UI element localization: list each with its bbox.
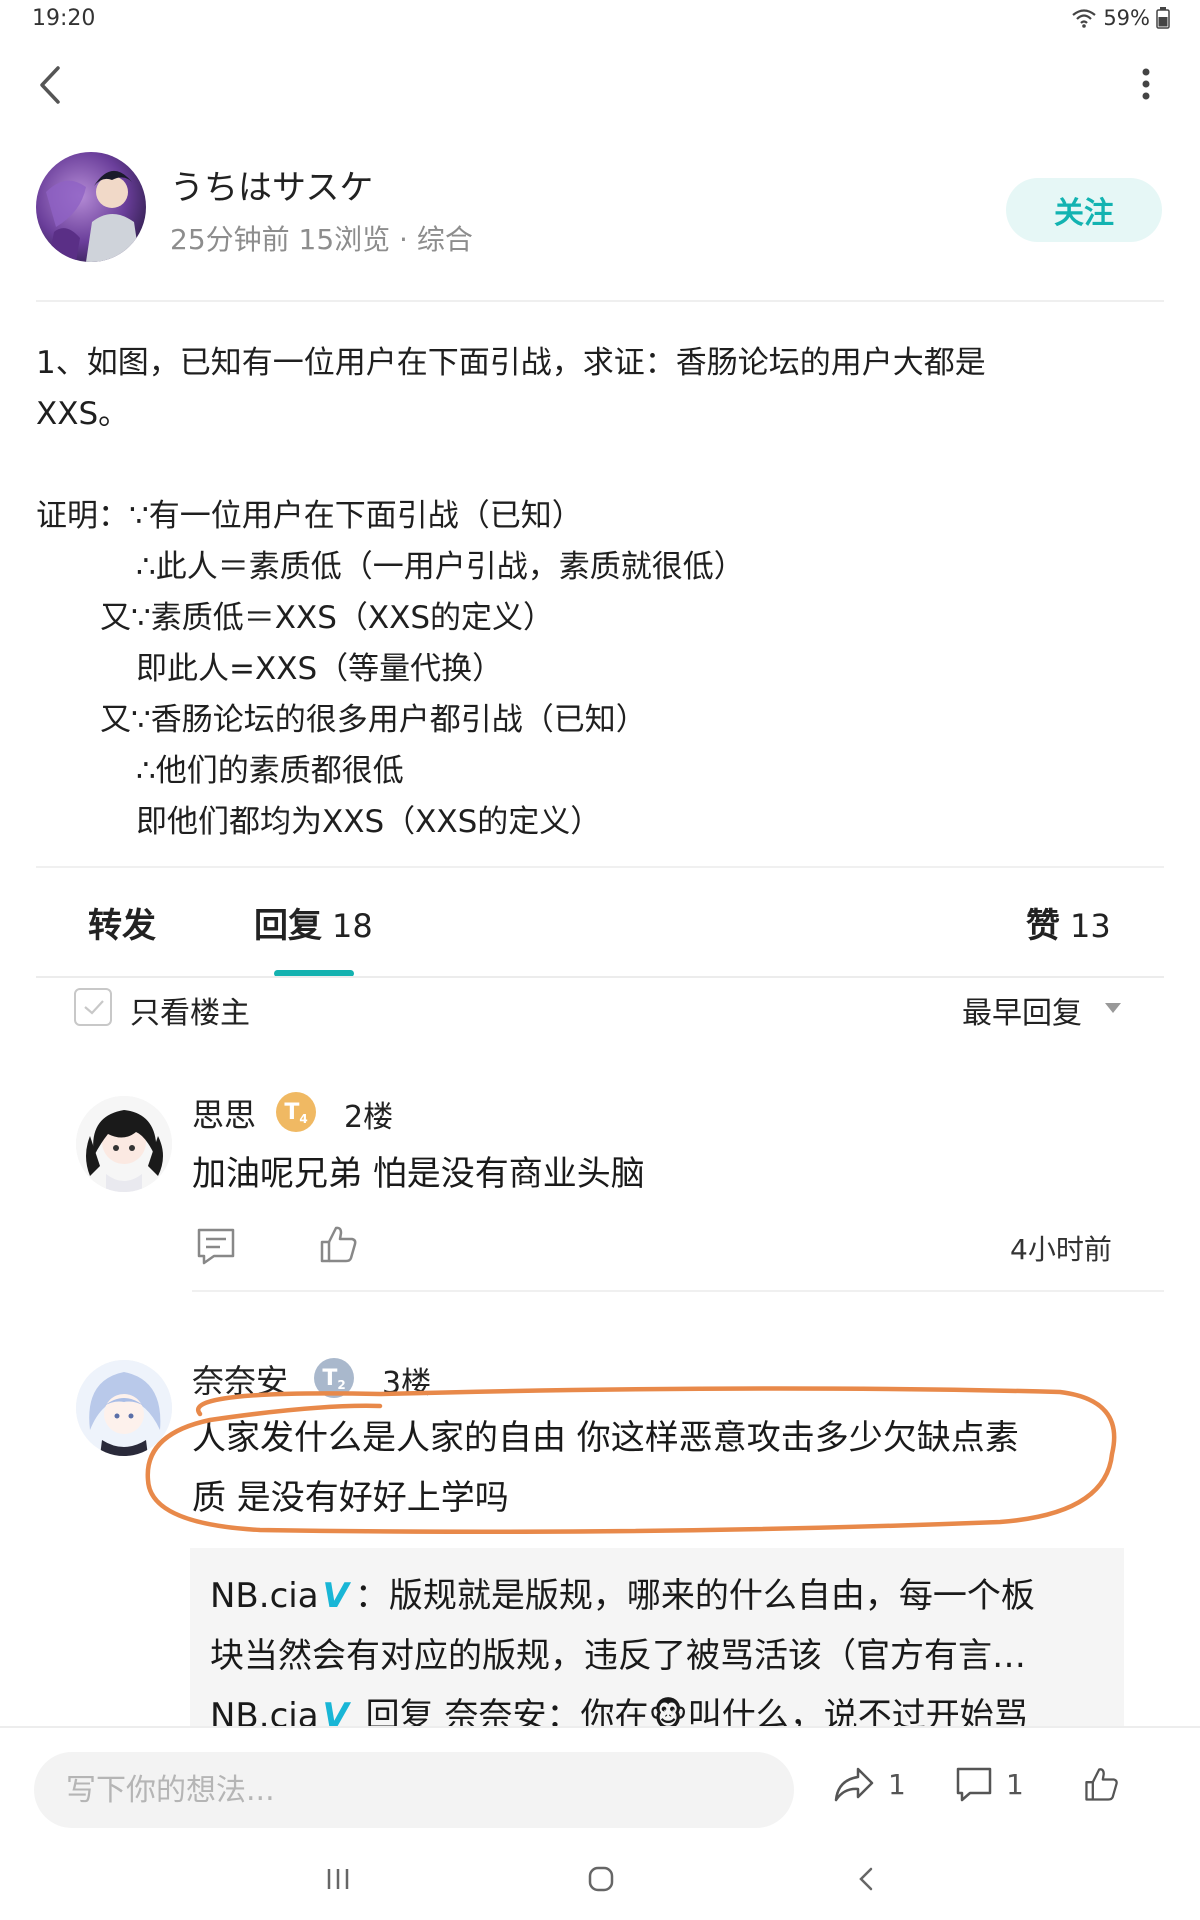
author-name[interactable]: うちはサスケ xyxy=(170,160,373,209)
commenter-name[interactable]: 奈奈安 xyxy=(192,1356,288,1402)
sub-reply-text: ：版规就是版规，哪来的什么自由，每一个板 xyxy=(354,1576,1035,1616)
divider xyxy=(36,866,1164,868)
tab-forward-label: 转发 xyxy=(88,906,156,946)
commenter-avatar[interactable] xyxy=(76,1096,172,1192)
level-badge: T2 xyxy=(314,1358,354,1398)
comment-text: 人家发什么是人家的自由 你这样恶意攻击多少欠缺点素 质 是没有好好上学吗 xyxy=(192,1408,1019,1528)
sub-replies-box[interactable]: NB.cia V ：版规就是版规，哪来的什么自由，每一个板 块当然会有对应的版规，违… xyxy=(190,1548,1124,1728)
post-line: ∴他们的素质都很低 xyxy=(136,753,404,789)
thumbs-up-icon[interactable] xyxy=(316,1222,360,1266)
floor-number: 3楼 xyxy=(382,1366,432,1401)
battery-percent: 59% xyxy=(1103,6,1150,30)
verified-v-icon: V xyxy=(322,1696,349,1728)
comment-input[interactable] xyxy=(34,1752,794,1828)
wifi-icon xyxy=(1072,9,1097,28)
comment-count: 1 xyxy=(1006,1767,1024,1801)
bottom-action-bar: 1 1 xyxy=(0,1726,1200,1850)
tab-like-label: 赞 xyxy=(1026,906,1060,946)
battery-icon xyxy=(1156,7,1170,29)
tab-reply-count: 18 xyxy=(332,907,373,945)
status-time: 19:20 xyxy=(32,6,96,31)
comment-text-line: 质 是没有好好上学吗 xyxy=(192,1478,509,1518)
only-op-checkbox[interactable] xyxy=(74,988,112,1026)
check-icon xyxy=(84,1000,104,1015)
post-line: 证明：∵有一位用户在下面引战（已知） xyxy=(36,498,583,534)
post-line: 1、如图，已知有一位用户在下面引战，求证：香肠论坛的用户大都是 xyxy=(36,345,986,381)
status-indicators: 59% xyxy=(1071,6,1170,30)
verified-v-icon: V xyxy=(322,1576,349,1616)
commenter-name[interactable]: 思思 xyxy=(192,1090,256,1136)
sort-dropdown[interactable]: 最早回复 xyxy=(962,988,1082,1032)
post-line: 即此人=XXS（等量代换） xyxy=(136,651,504,687)
share-button[interactable]: 1 xyxy=(832,1764,906,1804)
only-op-label[interactable]: 只看楼主 xyxy=(130,988,250,1032)
level-badge-letter: T xyxy=(284,1099,300,1125)
sub-reply-cont: 块当然会有对应的版规，违反了被骂活该（官方有言… xyxy=(210,1636,1026,1676)
back-arrow-icon[interactable] xyxy=(30,60,70,110)
post-line: ∴此人＝素质低（一用户引战，素质就很低） xyxy=(136,549,745,585)
tab-like-count: 13 xyxy=(1070,907,1111,945)
sub-reply-user[interactable]: NB.cia xyxy=(210,1696,319,1728)
author-avatar[interactable] xyxy=(36,152,146,262)
recent-apps-icon[interactable] xyxy=(324,1866,352,1892)
level-badge-number: 4 xyxy=(299,1112,308,1126)
nav-back-icon[interactable] xyxy=(856,1866,876,1892)
sub-reply: NB.cia V 回复 奈奈安：你在🐵叫什么，说不过开始骂 xyxy=(210,1686,1104,1728)
level-badge: T4 xyxy=(276,1092,316,1132)
post-line: 又∵香肠论坛的很多用户都引战（已知） xyxy=(100,702,647,738)
post-line: XXS。 xyxy=(36,396,130,432)
post-body: 1、如图，已知有一位用户在下面引战，求证：香肠论坛的用户大都是 XXS。 证明：… xyxy=(36,338,1166,848)
post-line xyxy=(36,440,1166,491)
share-count: 1 xyxy=(888,1767,906,1801)
caret-down-icon[interactable] xyxy=(1104,1002,1122,1014)
sub-reply: NB.cia V ：版规就是版规，哪来的什么自由，每一个板 xyxy=(210,1566,1104,1626)
comment-text-line: 人家发什么是人家的自由 你这样恶意攻击多少欠缺点素 xyxy=(192,1418,1019,1458)
post-line: 又∵素质低＝XXS（XXS的定义） xyxy=(100,600,555,636)
thumbs-up-icon xyxy=(1085,1768,1118,1801)
comment-icon xyxy=(956,1767,992,1802)
divider xyxy=(36,976,1164,978)
share-icon xyxy=(834,1767,874,1802)
sub-reply-text: 回复 奈奈安：你在🐵叫什么，说不过开始骂 xyxy=(354,1696,1028,1728)
commenter-avatar-image xyxy=(76,1360,172,1456)
post-meta: 25分钟前 15浏览 · 综合 xyxy=(170,223,473,256)
tab-forward[interactable]: 转发 xyxy=(88,898,156,947)
reply-icon[interactable] xyxy=(194,1224,238,1268)
tab-like[interactable]: 赞 13 xyxy=(1026,898,1111,947)
follow-button[interactable]: 关注 xyxy=(1006,178,1162,242)
level-badge-letter: T xyxy=(322,1365,338,1391)
home-icon[interactable] xyxy=(588,1866,614,1892)
system-nav-bar xyxy=(0,1850,1200,1920)
comment-time: 4小时前 xyxy=(1010,1233,1112,1266)
author-avatar-image xyxy=(36,152,146,262)
level-badge-number: 2 xyxy=(337,1378,346,1392)
tab-reply[interactable]: 回复 18 xyxy=(254,898,373,947)
divider xyxy=(36,300,1164,302)
divider xyxy=(192,1290,1164,1292)
commenter-avatar[interactable] xyxy=(76,1360,172,1456)
sub-reply-user[interactable]: NB.cia xyxy=(210,1576,319,1616)
floor-number: 2楼 xyxy=(344,1100,394,1135)
like-button[interactable] xyxy=(1080,1764,1122,1804)
comment-button[interactable]: 1 xyxy=(954,1764,1024,1804)
tab-reply-label: 回复 xyxy=(254,906,322,946)
post-line: 即他们都均为XXS（XXS的定义） xyxy=(136,804,602,840)
commenter-avatar-image xyxy=(76,1096,172,1192)
more-menu-icon[interactable] xyxy=(1134,66,1158,106)
status-bar: 19:20 59% xyxy=(0,0,1200,40)
comment-text: 加油呢兄弟 怕是没有商业头脑 xyxy=(192,1154,645,1194)
